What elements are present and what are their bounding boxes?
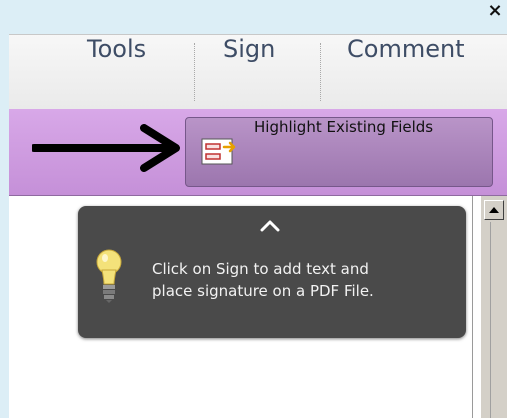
scroll-up-button[interactable] — [484, 200, 504, 220]
sign-tooltip: Click on Sign to add text and place sign… — [78, 206, 466, 338]
app-window: × Tools Sign Comment Highlight Existing … — [0, 0, 507, 418]
comment-button[interactable]: Comment — [347, 35, 465, 109]
arrow-right-icon — [32, 124, 180, 172]
close-icon[interactable]: × — [485, 0, 505, 22]
sign-button[interactable]: Sign — [223, 35, 275, 109]
chevron-up-icon — [489, 207, 499, 213]
vertical-scrollbar[interactable] — [481, 196, 507, 418]
highlight-existing-fields-label: Highlight Existing Fields — [254, 118, 434, 136]
chevron-up-icon[interactable] — [260, 220, 280, 232]
scrollbar-track — [490, 222, 491, 418]
tooltip-line: place signature on a PDF File. — [152, 282, 374, 300]
top-toolbar: Tools Sign Comment — [9, 34, 507, 110]
tooltip-line: Click on Sign to add text and — [152, 260, 369, 278]
highlight-existing-fields-button[interactable]: Highlight Existing Fields — [185, 117, 493, 187]
tools-button[interactable]: Tools — [87, 35, 146, 109]
tooltip-text: Click on Sign to add text and place sign… — [152, 258, 452, 302]
toolbar-separator — [194, 43, 195, 101]
toolbar-separator — [320, 43, 321, 101]
lightbulb-icon — [96, 249, 122, 303]
form-fields-icon — [201, 138, 236, 165]
